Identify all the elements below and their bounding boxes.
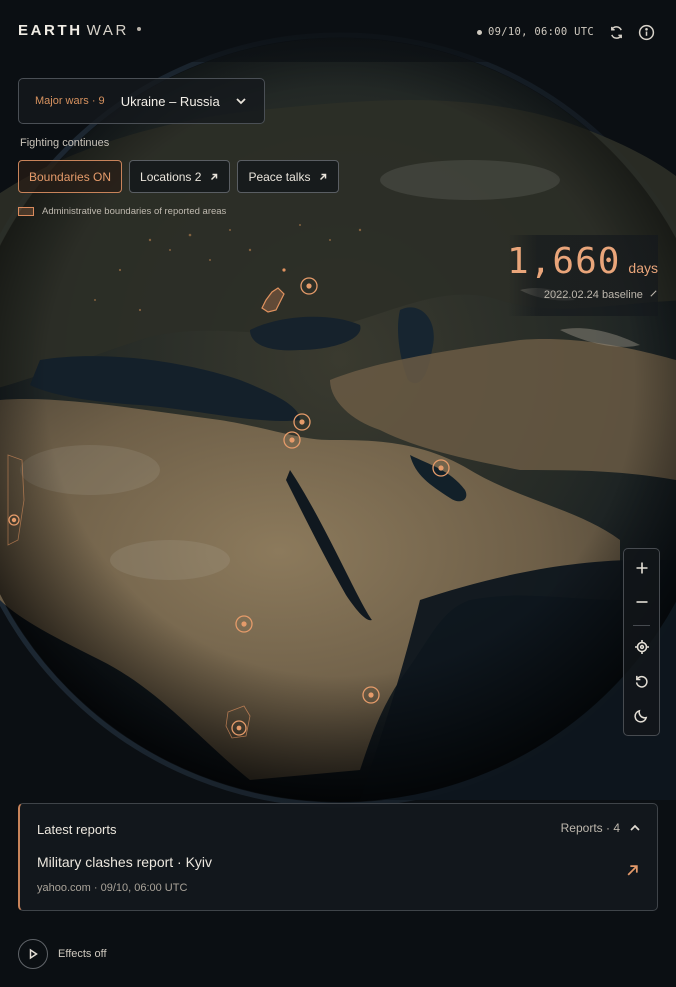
arrow-up-right-icon xyxy=(627,865,638,876)
report-source-meta: yahoo.com · 09/10, 06:00 UTC xyxy=(37,882,188,894)
peace-talks-chip[interactable]: Peace talks xyxy=(237,160,340,193)
live-indicator-icon xyxy=(477,29,483,35)
refresh-icon[interactable] xyxy=(606,22,626,42)
legend-label: Administrative boundaries of reported ar… xyxy=(42,206,227,217)
locate-button[interactable] xyxy=(624,632,659,662)
report-headline-link[interactable]: Military clashes report · Kyiv xyxy=(37,854,212,870)
app-header: EARTH WAR 09/10, 06:00 UTC xyxy=(0,0,676,62)
effects-toggle[interactable]: Effects off xyxy=(18,939,107,969)
last-updated-timestamp: 09/10, 06:00 UTC xyxy=(488,26,594,38)
chevron-up-icon xyxy=(630,824,640,831)
zoom-out-button[interactable] xyxy=(624,587,659,617)
boundaries-toggle-chip[interactable]: Boundaries ON xyxy=(18,160,123,193)
night-mode-icon xyxy=(634,709,648,723)
header-actions: 09/10, 06:00 UTC xyxy=(477,22,656,42)
locate-icon xyxy=(634,640,649,654)
chip-label: Peace talks xyxy=(248,169,311,184)
reset-rotation-button[interactable] xyxy=(624,666,659,696)
brand-logo[interactable]: EARTH WAR xyxy=(18,22,141,39)
controls-divider xyxy=(633,625,650,626)
zoom-in-button[interactable] xyxy=(624,553,659,583)
selected-war-name: Ukraine – Russia xyxy=(120,93,220,109)
war-selector-dropdown[interactable]: Major wars · 9 Ukraine – Russia xyxy=(18,78,265,124)
baseline-date: 2022.02.24 baseline xyxy=(543,289,643,301)
reset-rotation-icon xyxy=(635,675,648,688)
brand-secondary: WAR xyxy=(86,22,129,39)
zoom-in-icon xyxy=(636,562,647,574)
baseline-date-link[interactable]: 2022.02.24 baseline xyxy=(544,289,658,301)
reports-collapse-toggle[interactable]: Reports · 4 xyxy=(561,821,641,835)
zoom-out-icon xyxy=(636,601,647,603)
open-report-button[interactable] xyxy=(626,864,639,882)
map-controls xyxy=(623,548,660,736)
reports-count: Reports · 4 xyxy=(560,821,620,835)
chip-label: Boundaries ON xyxy=(29,169,112,184)
brand-dot xyxy=(136,27,141,32)
chip-label: Locations 2 xyxy=(140,169,202,184)
boundary-legend: Administrative boundaries of reported ar… xyxy=(18,206,226,217)
chevron-down-icon xyxy=(234,94,248,113)
layer-chips: Boundaries ON Locations 2 Peace talks xyxy=(18,160,340,193)
locations-chip[interactable]: Locations 2 xyxy=(129,160,231,193)
days-unit: days xyxy=(628,260,658,276)
war-duration-panel: 1,660 days 2022.02.24 baseline xyxy=(507,235,658,316)
major-wars-count: Major wars · 9 xyxy=(35,95,105,107)
arrow-up-right-icon xyxy=(320,173,327,180)
effects-label: Effects off xyxy=(58,948,107,960)
reports-title: Latest reports xyxy=(37,822,117,837)
play-icon xyxy=(18,939,48,969)
arrow-up-right-icon xyxy=(650,290,657,297)
arrow-up-right-icon xyxy=(211,173,218,180)
legend-swatch xyxy=(18,207,34,216)
brand-primary: EARTH xyxy=(18,22,83,39)
info-icon[interactable] xyxy=(636,22,656,42)
night-mode-button[interactable] xyxy=(624,700,659,730)
days-count: 1,660 xyxy=(507,241,621,282)
latest-reports-panel: Latest reports Reports · 4 Military clas… xyxy=(18,803,658,911)
war-status-text: Fighting continues xyxy=(20,137,110,149)
